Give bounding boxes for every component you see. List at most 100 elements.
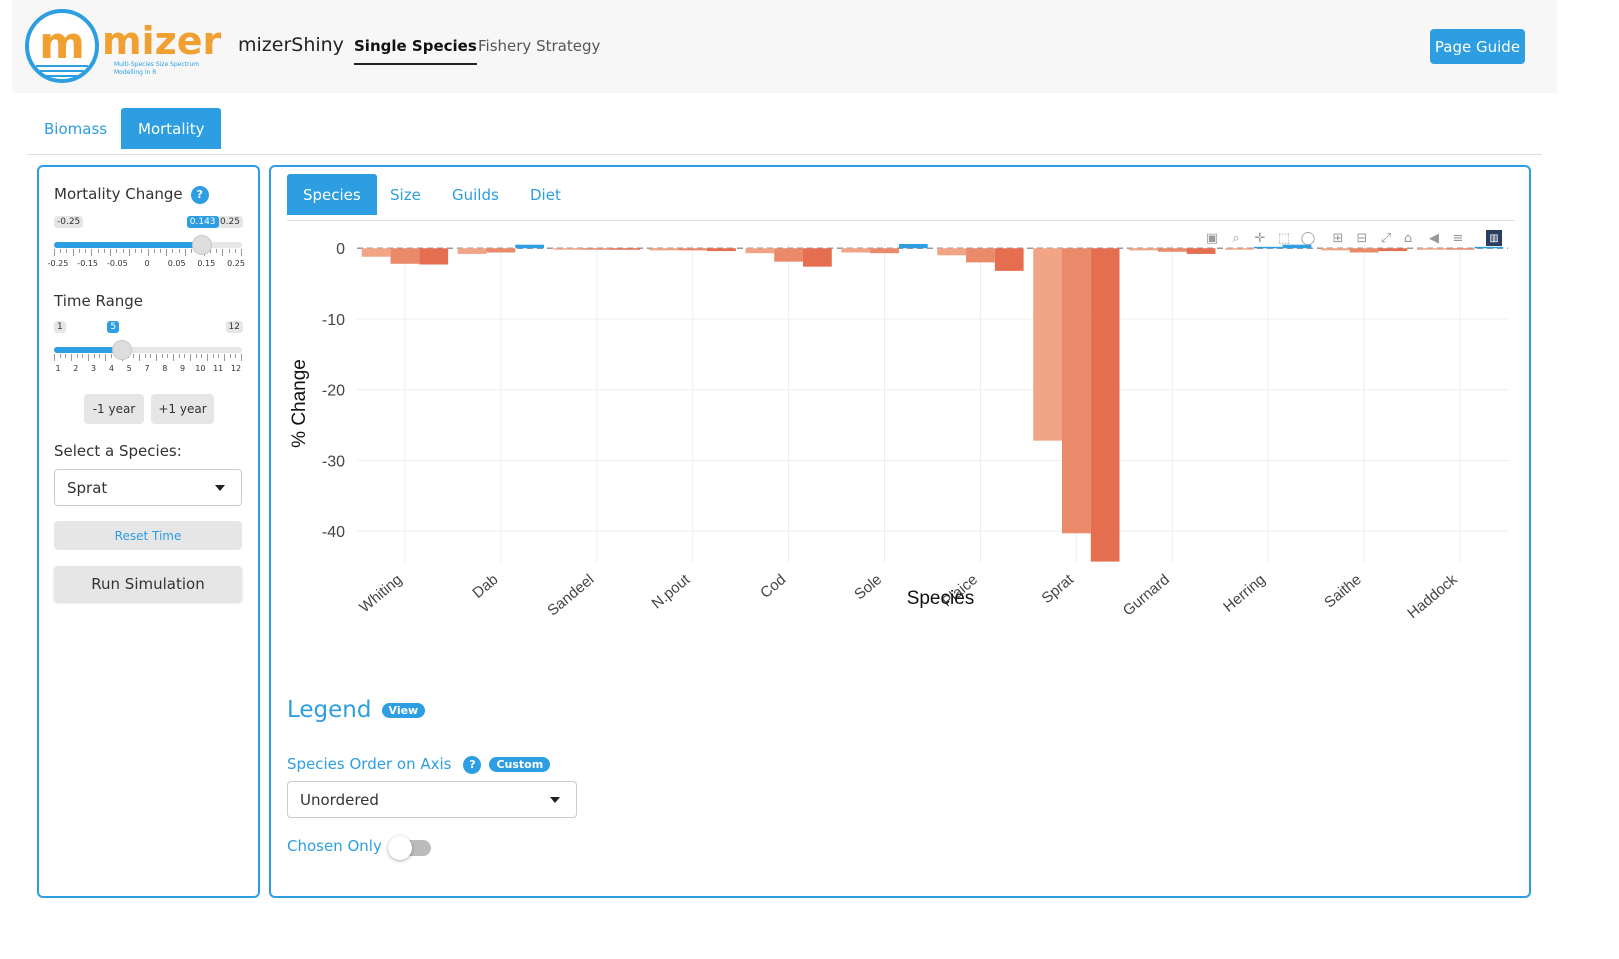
bar-sprat-3[interactable] xyxy=(1090,248,1120,562)
tab-size[interactable]: Size xyxy=(374,174,437,215)
legend-heading: Legend View xyxy=(287,697,426,723)
slider-tick xyxy=(161,354,163,358)
bar-dab-2[interactable] xyxy=(486,248,516,253)
page-guide-button[interactable]: Page Guide xyxy=(1430,29,1525,64)
nav-fishery-strategy[interactable]: Fishery Strategy xyxy=(478,37,600,55)
bar-sole-1[interactable] xyxy=(841,248,871,253)
bar-saithe-3[interactable] xyxy=(1378,248,1408,252)
bar-plaice-1[interactable] xyxy=(937,248,967,256)
slider-handle[interactable] xyxy=(191,235,212,255)
bar-gurnard-3[interactable] xyxy=(1186,248,1216,254)
navbar: m mizer Multi-Species Size Spectrum Mode… xyxy=(12,0,1557,93)
slider-tick xyxy=(153,249,155,253)
nav-single-species[interactable]: Single Species xyxy=(354,37,477,65)
tab-guilds[interactable]: Guilds xyxy=(436,174,515,215)
bar-dab-1[interactable] xyxy=(457,248,487,254)
slider-tick xyxy=(159,249,161,253)
slider-tick xyxy=(229,354,231,358)
slider-tick xyxy=(228,249,230,253)
bar-sprat-1[interactable] xyxy=(1033,248,1062,441)
slider-value: 5 xyxy=(107,321,120,333)
chosen-only-toggle[interactable] xyxy=(388,836,431,860)
bar-saithe-2[interactable] xyxy=(1349,248,1379,253)
bar-whiting-3[interactable] xyxy=(419,248,449,265)
bar-sole-2[interactable] xyxy=(870,248,899,254)
help-icon[interactable]: ? xyxy=(190,185,209,204)
bar-cod-3[interactable] xyxy=(803,248,832,267)
tab-species[interactable]: Species xyxy=(287,174,377,215)
bar-npout-3[interactable] xyxy=(707,248,736,252)
custom-badge[interactable]: Custom xyxy=(489,757,551,772)
app-brand[interactable]: mizerShiny xyxy=(238,34,344,56)
bar-cod-1[interactable] xyxy=(745,248,775,254)
species-select[interactable]: Sprat xyxy=(54,469,242,506)
slider-tick xyxy=(216,249,218,253)
svg-text:m: m xyxy=(39,18,85,69)
bar-sprat-2[interactable] xyxy=(1061,248,1091,534)
tab-diet[interactable]: Diet xyxy=(514,174,577,215)
slider-tick xyxy=(54,354,55,361)
toggle-knob[interactable] xyxy=(388,836,412,860)
bar-gurnard-1[interactable] xyxy=(1129,248,1158,251)
slider-tick xyxy=(147,249,149,256)
reset-time-button[interactable]: Reset Time xyxy=(54,521,242,550)
slider-tick-label: -0.15 xyxy=(77,259,99,268)
bar-haddock-3[interactable] xyxy=(1474,246,1504,249)
plus-year-button[interactable]: +1 year xyxy=(151,394,214,424)
slider-tick xyxy=(71,354,72,361)
bar-sandeel-1[interactable] xyxy=(553,248,583,250)
x-tick-label: Sandeel xyxy=(544,571,597,619)
bar-herring-1[interactable] xyxy=(1225,248,1254,250)
species-order-select[interactable]: Unordered xyxy=(287,781,577,818)
bar-gurnard-2[interactable] xyxy=(1157,248,1187,252)
bar-herring-2[interactable] xyxy=(1253,246,1283,249)
bar-haddock-1[interactable] xyxy=(1416,248,1446,250)
slider-tick-label: 10 xyxy=(195,364,206,373)
slider-tick xyxy=(141,249,143,253)
bar-plaice-2[interactable] xyxy=(966,248,995,263)
mizer-logo[interactable]: m mizer Multi-Species Size Spectrum Mode… xyxy=(24,8,224,86)
tab-biomass[interactable]: Biomass xyxy=(27,108,124,149)
help-icon[interactable]: ? xyxy=(463,755,482,774)
bar-npout-1[interactable] xyxy=(649,248,679,251)
x-tick-label: Whiting xyxy=(356,571,405,616)
bar-plaice-3[interactable] xyxy=(994,248,1024,271)
slider-tick xyxy=(91,249,93,256)
bar-sandeel-2[interactable] xyxy=(582,248,612,250)
mortality-slider[interactable]: -0.25 0.25 0.143 -0.25 -0.15 -0.05 0 0.05 0.1… xyxy=(48,216,245,271)
run-simulation-button[interactable]: Run Simulation xyxy=(54,566,242,602)
slider-tick xyxy=(105,354,106,361)
bar-sole-3[interactable] xyxy=(898,244,928,249)
slider-min: 1 xyxy=(54,321,66,333)
main-panel: Species Size Guilds Diet ▣ ⌕ ✛ ⬚ ◯ ⊞ ⊟ ⤢ ⌂ ◀ ≡ ▥ 0-… xyxy=(269,165,1531,898)
slider-tick xyxy=(167,354,169,358)
view-badge[interactable]: View xyxy=(381,703,426,718)
slider-tick-label: 8 xyxy=(162,364,168,373)
slider-tick-label: 0.25 xyxy=(227,259,245,268)
time-slider[interactable]: 1 12 5 1 2 3 4 5 7 8 9 10 11 12 xyxy=(54,321,243,376)
tab-mortality[interactable]: Mortality xyxy=(121,108,222,149)
x-tick-label: Cod xyxy=(757,571,789,602)
bar-dab-3[interactable] xyxy=(515,244,545,249)
slider-tick xyxy=(116,249,118,253)
bar-whiting-1[interactable] xyxy=(361,248,391,257)
x-tick-label: Saithe xyxy=(1321,571,1365,611)
bar-saithe-1[interactable] xyxy=(1320,248,1350,251)
slider-tick xyxy=(72,249,74,256)
bar-cod-2[interactable] xyxy=(774,248,804,262)
bar-herring-3[interactable] xyxy=(1282,244,1312,249)
minus-year-button[interactable]: -1 year xyxy=(84,394,144,424)
slider-tick-label: 4 xyxy=(108,364,114,373)
bar-haddock-2[interactable] xyxy=(1445,248,1475,250)
bar-whiting-2[interactable] xyxy=(390,248,420,264)
slider-tick xyxy=(235,354,237,358)
bar-npout-2[interactable] xyxy=(678,248,708,251)
bar-sandeel-3[interactable] xyxy=(611,248,640,250)
slider-tick xyxy=(178,354,180,358)
slider-tick-label: 3 xyxy=(91,364,97,373)
y-tick-label: -30 xyxy=(322,453,345,470)
slider-tick xyxy=(65,354,67,358)
mortality-change-label: Mortality Change? xyxy=(54,185,209,204)
top-tabs: Biomass Mortality xyxy=(27,108,1542,155)
slider-tick xyxy=(139,354,140,361)
